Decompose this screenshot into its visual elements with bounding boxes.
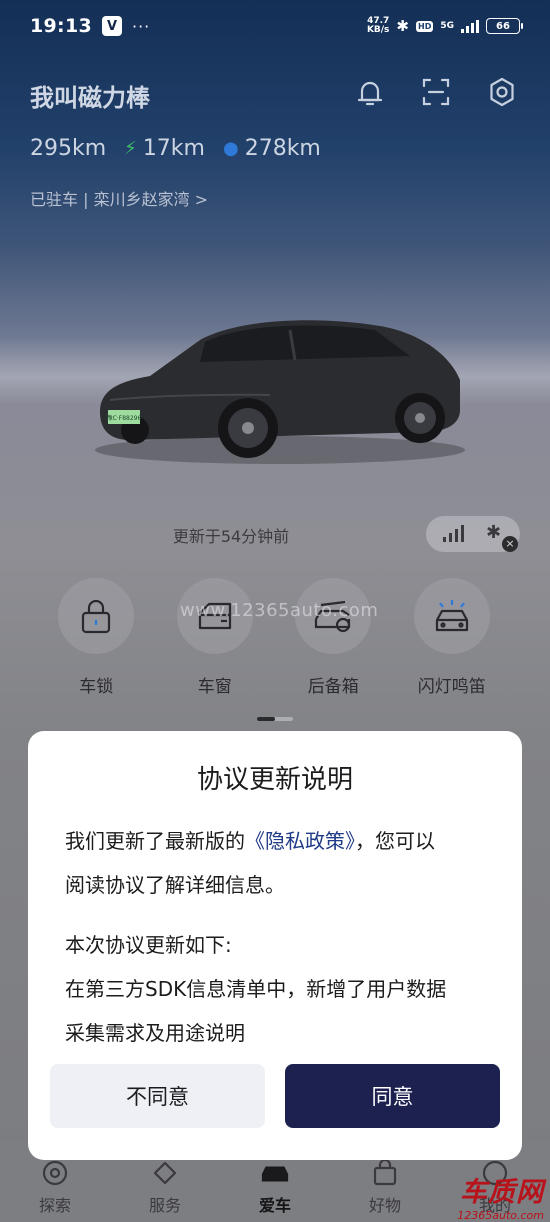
dialog-line-4: 在第三方SDK信息清单中，新增了用户数据 bbox=[65, 977, 447, 1001]
dialog-line-3: 本次协议更新如下: bbox=[65, 933, 232, 957]
dialog-body: 我们更新了最新版的《隐私政策》，您可以 阅读协议了解详细信息。 本次协议更新如下… bbox=[65, 819, 495, 1055]
agree-button[interactable]: 同意 bbox=[285, 1064, 500, 1128]
disagree-button[interactable]: 不同意 bbox=[50, 1064, 265, 1128]
dialog-line-1-suffix: ，您可以 bbox=[355, 829, 435, 853]
dialog-line-2: 阅读协议了解详细信息。 bbox=[65, 873, 285, 897]
dialog-title: 协议更新说明 bbox=[196, 765, 353, 795]
privacy-policy-link[interactable]: 《隐私政策》 bbox=[245, 829, 355, 853]
dialog-line-1-prefix: 我们更新了最新版的 bbox=[65, 829, 245, 853]
dialog-line-5: 采集需求及用途说明 bbox=[65, 1021, 245, 1045]
agreement-update-dialog: 协议更新说明 我们更新了最新版的《隐私政策》，您可以 阅读协议了解详细信息。 本… bbox=[28, 731, 522, 1160]
dialog-line-1: 我们更新了最新版的《隐私政策》，您可以 bbox=[65, 819, 495, 863]
